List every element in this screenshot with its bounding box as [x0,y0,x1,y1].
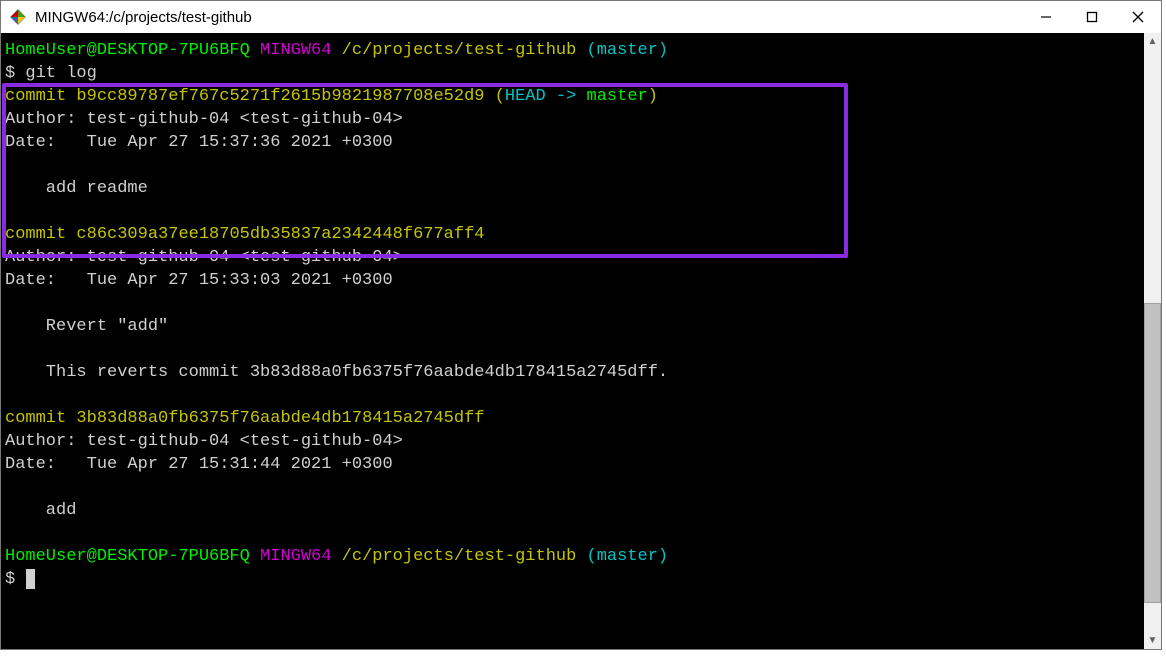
commit-hash: 3b83d88a0fb6375f76aabde4db178415a2745dff [76,409,484,428]
close-button[interactable] [1115,1,1161,33]
commit-hash: c86c309a37ee18705db35837a2342448f677aff4 [76,225,484,244]
window-frame: MINGW64:/c/projects/test-github HomeUser… [0,0,1162,650]
commit-prefix: commit [5,409,76,428]
commit-message: add readme [5,179,148,198]
date-line: Date: Tue Apr 27 15:31:44 2021 +0300 [5,455,393,474]
prompt-dollar: $ [5,64,15,83]
commit-hash-line: commit 3b83d88a0fb6375f76aabde4db178415a… [5,409,485,428]
text-cursor [26,569,35,589]
commit-hash-line: commit c86c309a37ee18705db35837a2342448f… [5,225,485,244]
commit-message: Revert "add" [5,317,168,336]
author-line: Author: test-github-04 <test-github-04> [5,432,403,451]
scroll-down-button[interactable]: ▼ [1144,632,1161,649]
scroll-up-button[interactable]: ▲ [1144,33,1161,50]
commit-message-body: This reverts commit 3b83d88a0fb6375f76aa… [5,363,668,382]
refs-close: ) [648,87,658,106]
prompt-cwd: /c/projects/test-github [342,41,577,60]
date-line: Date: Tue Apr 27 15:33:03 2021 +0300 [5,271,393,290]
prompt-userhost: HomeUser@DESKTOP-7PU6BFQ [5,547,250,566]
refs-open: ( [485,87,505,106]
refs-head: HEAD -> [505,87,587,106]
minimize-button[interactable] [1023,1,1069,33]
prompt-env: MINGW64 [260,547,331,566]
titlebar[interactable]: MINGW64:/c/projects/test-github [1,1,1161,33]
author-line: Author: test-github-04 <test-github-04> [5,110,403,129]
prompt-dollar: $ [5,570,15,589]
prompt-env: MINGW64 [260,41,331,60]
app-icon [9,8,27,26]
commit-hash-line: commit b9cc89787ef767c5271f2615b98219877… [5,87,658,106]
maximize-button[interactable] [1069,1,1115,33]
commit-message: add [5,501,76,520]
prompt-branch: (master) [587,547,669,566]
scrollbar[interactable]: ▲ ▼ [1144,33,1161,649]
prompt-branch: (master) [587,41,669,60]
window-title: MINGW64:/c/projects/test-github [35,9,1023,26]
author-line: Author: test-github-04 <test-github-04> [5,248,403,267]
terminal[interactable]: HomeUser@DESKTOP-7PU6BFQ MINGW64 /c/proj… [1,33,1144,649]
date-line: Date: Tue Apr 27 15:37:36 2021 +0300 [5,133,393,152]
terminal-wrap: HomeUser@DESKTOP-7PU6BFQ MINGW64 /c/proj… [1,33,1161,649]
commit-prefix: commit [5,225,76,244]
prompt-cwd: /c/projects/test-github [342,547,577,566]
command-text: git log [25,64,96,83]
commit-prefix: commit [5,87,76,106]
commit-hash: b9cc89787ef767c5271f2615b9821987708e52d9 [76,87,484,106]
window-controls [1023,1,1161,33]
prompt-userhost: HomeUser@DESKTOP-7PU6BFQ [5,41,250,60]
scroll-thumb[interactable] [1144,303,1161,603]
refs-branch: master [587,87,648,106]
